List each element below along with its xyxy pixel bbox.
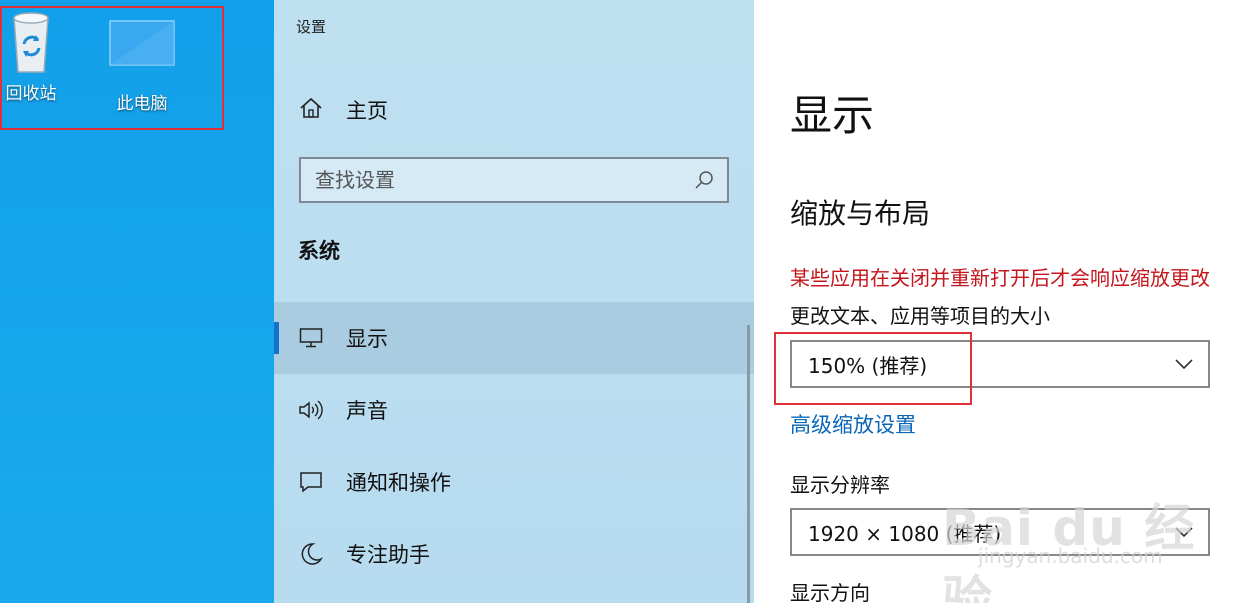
monitor-icon: [298, 327, 324, 349]
scale-label: 更改文本、应用等项目的大小: [790, 304, 1050, 328]
moon-icon: [298, 542, 324, 566]
nav-item-label: 声音: [346, 399, 388, 423]
speaker-icon: [298, 399, 324, 421]
desktop-icon-label: 回收站: [5, 84, 57, 104]
home-icon: [298, 95, 324, 125]
nav-section-title: 系统: [298, 239, 340, 263]
chevron-down-icon: [1174, 358, 1194, 370]
advanced-scaling-link[interactable]: 高级缩放设置: [790, 409, 916, 439]
settings-search[interactable]: [299, 157, 729, 203]
nav-item-notifications[interactable]: 通知和操作: [274, 446, 754, 518]
window-title: 设置: [296, 18, 327, 36]
watermark-url: jingyan.baidu.com: [978, 544, 1163, 568]
nav-item-focus-assist[interactable]: 专注助手: [274, 518, 754, 590]
section-title: 缩放与布局: [790, 197, 931, 230]
desktop: 回收站 此电脑: [0, 0, 274, 603]
baidu-watermark: Bai du 经验 jingyan.baidu.com: [942, 468, 1242, 603]
orientation-label: 显示方向: [790, 581, 870, 603]
selection-indicator: [274, 322, 279, 354]
nav-item-display[interactable]: 显示: [274, 302, 754, 374]
nav-scrollbar[interactable]: [747, 325, 750, 603]
nav-home-label: 主页: [346, 99, 388, 123]
this-pc-icon: [109, 20, 175, 73]
page-title: 显示: [790, 91, 875, 140]
settings-content: 显示 缩放与布局 某些应用在关闭并重新打开后才会响应缩放更改 更改文本、应用等项…: [754, 0, 1251, 603]
scale-dropdown[interactable]: 150% (推荐): [790, 340, 1210, 388]
scale-value: 150% (推荐): [808, 353, 928, 378]
nav-item-label: 通知和操作: [346, 471, 451, 495]
nav-item-sound[interactable]: 声音: [274, 374, 754, 446]
desktop-icon-this-pc[interactable]: 此电脑: [97, 20, 187, 114]
resolution-label: 显示分辨率: [790, 473, 890, 497]
settings-nav-pane: 设置 主页 系统 显示 声音 通知和操作 专注助手: [274, 0, 754, 603]
nav-item-label: 显示: [346, 327, 388, 351]
notification-icon: [298, 470, 324, 494]
scaling-warning: 某些应用在关闭并重新打开后才会响应缩放更改: [790, 266, 1210, 290]
search-icon[interactable]: [689, 170, 719, 190]
nav-item-label: 专注助手: [346, 543, 430, 567]
recycle-bin-icon: [8, 12, 54, 81]
desktop-icon-label: 此电脑: [116, 94, 168, 114]
nav-home[interactable]: 主页: [298, 92, 388, 128]
desktop-icon-recycle-bin[interactable]: 回收站: [0, 8, 76, 104]
search-input[interactable]: [301, 167, 689, 193]
